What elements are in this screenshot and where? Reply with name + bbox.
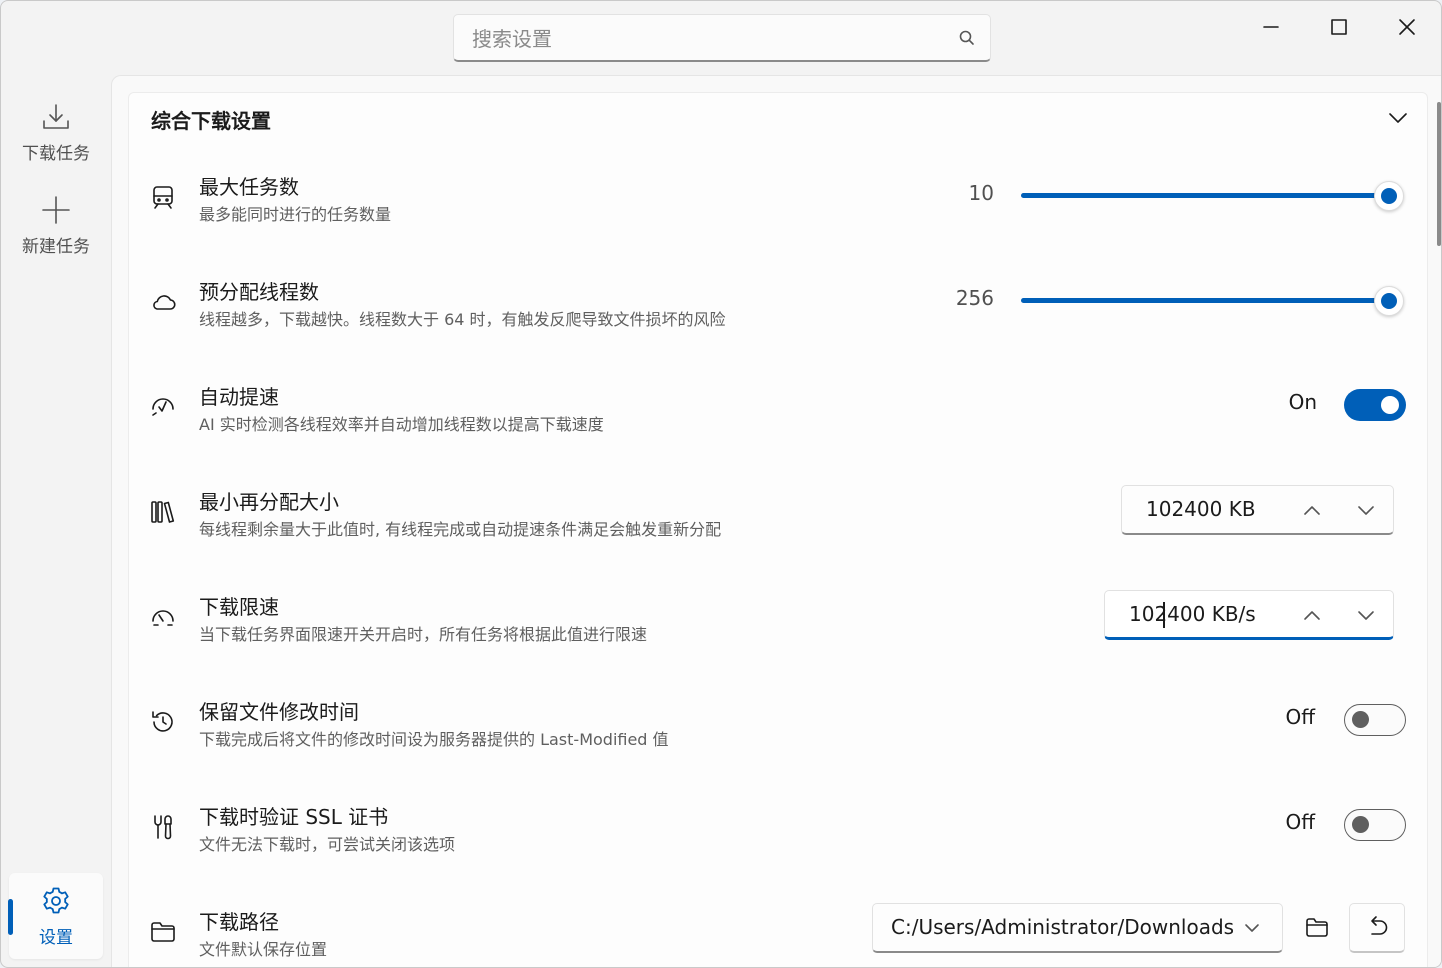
slider-thumb[interactable]	[1374, 286, 1404, 316]
download-icon	[43, 103, 69, 129]
sidebar: 下载任务 新建任务 设置	[1, 75, 111, 967]
section-header[interactable]: 综合下载设置	[129, 93, 1427, 143]
plus-icon	[42, 195, 70, 224]
setting-title: 最小再分配大小	[199, 490, 339, 514]
title-bar: 搜索设置	[1, 1, 1441, 75]
chevron-up-icon[interactable]	[1300, 603, 1324, 627]
sidebar-item-label: 下载任务	[22, 143, 90, 164]
setting-title: 预分配线程数	[199, 280, 319, 304]
library-icon	[151, 501, 175, 523]
maximize-button[interactable]	[1305, 1, 1373, 53]
setting-title: 下载路径	[199, 910, 279, 934]
setting-description: 线程越多，下载越快。线程数大于 64 时，有触发反爬导致文件损坏的风险	[199, 310, 726, 329]
toggle-state-label: Off	[1285, 810, 1315, 834]
cloud-icon	[153, 295, 176, 310]
settings-content: 综合下载设置 最大任务数 最多能同时进行的任务数量 10 预分配线程数 线程越多…	[111, 75, 1441, 967]
number-box-value: 102400 KB/s	[1129, 602, 1256, 626]
undo-icon	[1371, 915, 1388, 935]
reset-path-button[interactable]	[1349, 903, 1405, 953]
setting-description: 文件默认保存位置	[199, 940, 328, 959]
sidebar-item-label: 设置	[39, 927, 73, 948]
tools-icon	[154, 815, 172, 840]
toggle-state-label: On	[1288, 390, 1317, 414]
setting-description: AI 实时检测各线程效率并自动增加线程数以提高下载速度	[199, 415, 604, 434]
min-realloc-number-box[interactable]: 102400 KB	[1121, 485, 1394, 535]
speed-boost-icon	[152, 398, 174, 416]
browse-folder-button[interactable]	[1289, 903, 1345, 953]
slider-track[interactable]	[1021, 193, 1387, 198]
setting-title: 自动提速	[199, 385, 279, 409]
setting-title: 下载时验证 SSL 证书	[199, 805, 389, 829]
minimize-icon	[1263, 26, 1279, 28]
slider-value: 10	[968, 181, 994, 205]
folder-open-icon	[1306, 918, 1328, 937]
toggle-state-label: Off	[1285, 705, 1315, 729]
close-icon	[1399, 19, 1415, 35]
chevron-down-icon[interactable]	[1354, 603, 1378, 627]
setting-download-path: 下载路径 文件默认保存位置 C:/Users/Administrator/Dow…	[129, 878, 1427, 967]
chevron-down-icon[interactable]	[1354, 498, 1378, 522]
active-indicator	[8, 899, 13, 935]
search-icon[interactable]	[958, 29, 976, 47]
speed-limit-number-box[interactable]: 102400 KB/s	[1104, 590, 1394, 640]
text-caret	[1163, 602, 1165, 628]
setting-title: 保留文件修改时间	[199, 700, 359, 724]
verify-ssl-toggle[interactable]	[1344, 809, 1406, 841]
close-button[interactable]	[1373, 1, 1441, 53]
setting-max-tasks: 最大任务数 最多能同时进行的任务数量 10	[129, 143, 1427, 248]
search-input[interactable]: 搜索设置	[453, 14, 991, 62]
slider-thumb[interactable]	[1374, 181, 1404, 211]
keep-mtime-toggle[interactable]	[1344, 704, 1406, 736]
setting-description: 文件无法下载时，可尝试关闭该选项	[199, 835, 456, 854]
setting-title: 下载限速	[199, 595, 279, 619]
settings-card: 综合下载设置 最大任务数 最多能同时进行的任务数量 10 预分配线程数 线程越多…	[128, 92, 1428, 967]
chevron-up-icon[interactable]	[1387, 107, 1409, 129]
setting-description: 最多能同时进行的任务数量	[199, 205, 392, 224]
sidebar-item-new-task[interactable]: 新建任务	[9, 182, 103, 268]
number-box-value: 102400 KB	[1146, 497, 1256, 521]
section-title: 综合下载设置	[151, 109, 271, 133]
speedometer-icon	[152, 610, 174, 626]
sidebar-item-settings[interactable]: 设置	[8, 873, 103, 959]
history-icon	[152, 711, 173, 732]
chevron-down-icon	[1245, 924, 1259, 932]
slider-value: 256	[955, 286, 994, 310]
search-placeholder: 搜索设置	[472, 27, 552, 51]
setting-verify-ssl: 下载时验证 SSL 证书 文件无法下载时，可尝试关闭该选项 Off	[129, 773, 1427, 878]
maximize-icon	[1331, 19, 1347, 35]
setting-description: 每线程剩余量大于此值时, 有线程完成或自动提速条件满足会触发重新分配	[199, 520, 722, 539]
auto-speedup-toggle[interactable]	[1344, 389, 1406, 421]
combobox-value: C:/Users/Administrator/Downloads	[891, 915, 1235, 939]
setting-description: 下载完成后将文件的修改时间设为服务器提供的 Last-Modified 值	[199, 730, 669, 749]
download-path-combobox[interactable]: C:/Users/Administrator/Downloads	[872, 903, 1283, 953]
setting-title: 最大任务数	[199, 175, 299, 199]
folder-icon	[151, 922, 175, 942]
setting-keep-mtime: 保留文件修改时间 下载完成后将文件的修改时间设为服务器提供的 Last-Modi…	[129, 668, 1427, 773]
minimize-button[interactable]	[1237, 1, 1305, 53]
app-window: 搜索设置 下载任务 新建任务 设置 综合下载设置 最大任务数 最多能同时进行的任…	[0, 0, 1442, 968]
setting-prealloc-threads: 预分配线程数 线程越多，下载越快。线程数大于 64 时，有触发反爬导致文件损坏的…	[129, 248, 1427, 353]
setting-auto-speedup: 自动提速 AI 实时检测各线程效率并自动增加线程数以提高下载速度 On	[129, 353, 1427, 458]
chevron-up-icon[interactable]	[1300, 498, 1324, 522]
gear-icon	[43, 887, 69, 913]
sidebar-item-label: 新建任务	[22, 236, 90, 257]
train-icon	[153, 186, 173, 209]
setting-speed-limit: 下载限速 当下载任务界面限速开关开启时，所有任务将根据此值进行限速 102400…	[129, 563, 1427, 668]
sidebar-item-downloads[interactable]: 下载任务	[9, 89, 103, 175]
setting-description: 当下载任务界面限速开关开启时，所有任务将根据此值进行限速	[199, 625, 648, 644]
setting-min-realloc-size: 最小再分配大小 每线程剩余量大于此值时, 有线程完成或自动提速条件满足会触发重新…	[129, 458, 1427, 563]
scrollbar[interactable]	[1437, 102, 1441, 246]
slider-track[interactable]	[1021, 298, 1387, 303]
